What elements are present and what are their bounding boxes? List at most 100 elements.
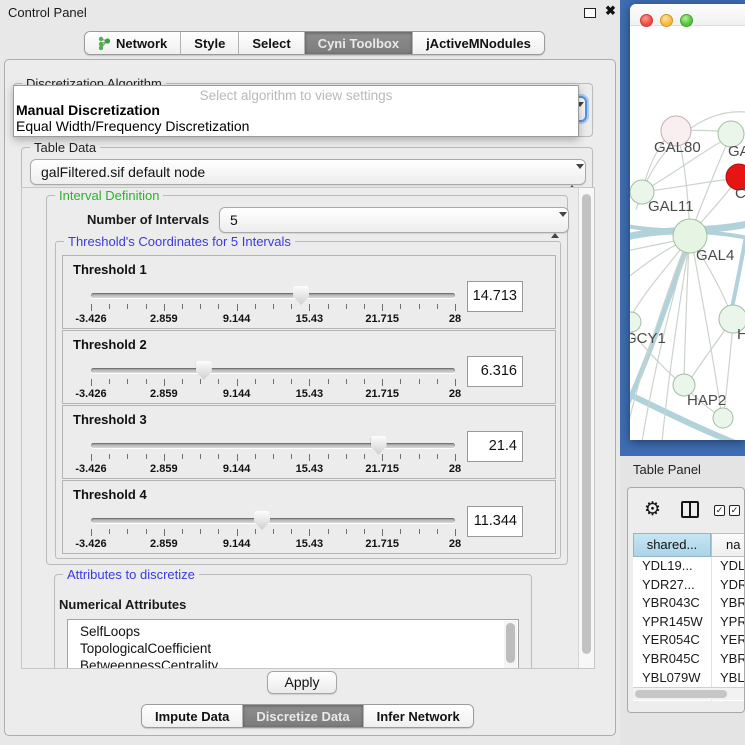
table-panel-titlebar: Table Panel: [620, 456, 745, 484]
attribute-list-item[interactable]: TopologicalCoefficient: [68, 640, 518, 657]
table-cell-shared-name[interactable]: YDL19...: [633, 557, 711, 576]
slider-track[interactable]: [91, 443, 455, 448]
table-cell-name[interactable]: YBR0: [711, 594, 745, 613]
table-data-combobox[interactable]: galFiltered.sif default node: [30, 159, 586, 185]
threshold-value-field[interactable]: 21.4: [467, 431, 523, 462]
table-cell-name[interactable]: YER0: [711, 631, 745, 650]
table-cell-shared-name[interactable]: YBR043C: [633, 594, 711, 613]
table-header: shared... na: [633, 533, 745, 557]
slider-minor-tick: [364, 454, 365, 459]
network-icon: [98, 36, 111, 51]
table-cell-shared-name[interactable]: YBL079W: [633, 669, 711, 688]
slider-track[interactable]: [91, 293, 455, 298]
threshold-value-field[interactable]: 14.713: [467, 281, 523, 312]
slider-track[interactable]: [91, 368, 455, 373]
node-gcy1[interactable]: [630, 312, 641, 332]
table-cell-name[interactable]: YBR0: [711, 650, 745, 669]
threshold-panel: Threshold 3-3.4262.8599.14415.4321.71528…: [62, 405, 556, 479]
slider-handle[interactable]: [293, 286, 309, 305]
table-cell-name[interactable]: YBL0: [711, 669, 745, 688]
table-row[interactable]: YER054CYER0: [633, 631, 745, 650]
slider-handle[interactable]: [196, 361, 212, 380]
checkbox-icon[interactable]: ✓: [729, 505, 740, 516]
column-header-name[interactable]: na: [711, 533, 745, 557]
threshold-value-field[interactable]: 6.316: [467, 356, 523, 387]
checkbox-icon[interactable]: ✓: [714, 505, 725, 516]
slider-tick-label: -3.426: [75, 388, 106, 400]
slider-major-tick: [91, 379, 92, 386]
table-cell-name[interactable]: YDL1: [711, 557, 745, 576]
threshold-value-field[interactable]: 11.344: [467, 506, 523, 537]
table-row[interactable]: YDR27...YDR2: [633, 576, 745, 595]
label-c-partial: C: [735, 185, 745, 202]
tab-infer-network[interactable]: Infer Network: [364, 705, 473, 727]
dropdown-placeholder: Select algorithm to view settings: [14, 86, 578, 102]
table-row[interactable]: YDL19...YDL1: [633, 557, 745, 576]
tab-style[interactable]: Style: [181, 32, 239, 54]
slider-minor-tick: [291, 379, 292, 384]
slider-minor-tick: [328, 454, 329, 459]
slider-minor-tick: [346, 304, 347, 309]
apply-button[interactable]: Apply: [267, 671, 337, 694]
slider-handle[interactable]: [371, 436, 387, 455]
table-cell-shared-name[interactable]: YDR27...: [633, 576, 711, 595]
slider-minor-tick: [437, 529, 438, 534]
table-cell-shared-name[interactable]: YER054C: [633, 631, 711, 650]
slider-minor-tick: [364, 304, 365, 309]
threshold-label: Threshold 3: [73, 412, 147, 427]
number-of-intervals-label: Number of Intervals: [87, 212, 209, 227]
float-panel-icon[interactable]: [584, 8, 596, 18]
gear-icon[interactable]: ⚙: [644, 498, 661, 521]
label-hap2: HAP2: [687, 392, 726, 409]
top-tab-bar: NetworkStyleSelect Cyni Toolbox jActiveMNo…: [84, 31, 545, 55]
slider-track[interactable]: [91, 518, 455, 523]
interval-definition-title: Interval Definition: [55, 188, 163, 203]
close-panel-icon[interactable]: ✖: [605, 3, 616, 19]
slider-major-tick: [91, 529, 92, 536]
attribute-list-item[interactable]: SelfLoops: [68, 623, 518, 640]
slider-tick-label: -3.426: [75, 538, 106, 550]
number-of-intervals-combobox[interactable]: 5: [219, 207, 569, 233]
slider-minor-tick: [109, 529, 110, 534]
slider-major-tick: [91, 304, 92, 311]
slider-tick-label: 2.859: [150, 463, 178, 475]
tab-discretize-data[interactable]: Discretize Data: [243, 705, 363, 727]
tab-network[interactable]: Network: [85, 32, 181, 54]
table-cell-shared-name[interactable]: YPR145W: [633, 613, 711, 632]
table-cell-name[interactable]: YPR1: [711, 613, 745, 632]
tab-cyni-toolbox[interactable]: Cyni Toolbox: [305, 32, 413, 54]
settings-vertical-scrollbar[interactable]: [578, 188, 594, 668]
tab-impute-data[interactable]: Impute Data: [142, 705, 243, 727]
table-row[interactable]: YBR045CYBR0: [633, 650, 745, 669]
slider-major-tick: [164, 529, 165, 536]
table-cell-name[interactable]: YDR2: [711, 576, 745, 595]
node-bottom-right[interactable]: [713, 408, 733, 428]
split-columns-icon[interactable]: [681, 501, 699, 518]
combo-arrows-icon: [551, 213, 559, 237]
slider-minor-tick: [400, 454, 401, 459]
table-row[interactable]: YPR145WYPR1: [633, 613, 745, 632]
combo-arrows-icon: [568, 165, 576, 189]
network-graph: GAL80 GA C GAL11 GAL4 GCY1 H HAP2: [630, 26, 745, 440]
tab-label: Cyni Toolbox: [318, 36, 399, 51]
table-row[interactable]: YBL079WYBL0: [633, 669, 745, 688]
slider-major-tick: [455, 379, 456, 386]
tab-select[interactable]: Select: [239, 32, 304, 54]
attribute-list-item[interactable]: BetweennessCentrality: [68, 657, 518, 668]
table-horizontal-scrollbar[interactable]: [633, 687, 745, 700]
slider-handle[interactable]: [254, 511, 270, 530]
slider-tick-label: 2.859: [150, 388, 178, 400]
slider-minor-tick: [437, 379, 438, 384]
tab-label: Discretize Data: [256, 709, 349, 724]
column-header-shared[interactable]: shared...: [633, 533, 711, 557]
attributes-list-scrollbar[interactable]: [504, 621, 517, 668]
dropdown-option-equal-width[interactable]: Equal Width/Frequency Discretization: [14, 118, 578, 134]
tab-jactivemnodules[interactable]: jActiveMNodules: [413, 32, 544, 54]
dropdown-option-manual[interactable]: Manual Discretization: [14, 102, 578, 118]
table-row[interactable]: YBR043CYBR0: [633, 594, 745, 613]
table-cell-shared-name[interactable]: YBR045C: [633, 650, 711, 669]
slider-minor-tick: [291, 304, 292, 309]
network-window-titlebar[interactable]: [630, 4, 745, 26]
slider-minor-tick: [218, 304, 219, 309]
slider-major-tick: [455, 454, 456, 461]
